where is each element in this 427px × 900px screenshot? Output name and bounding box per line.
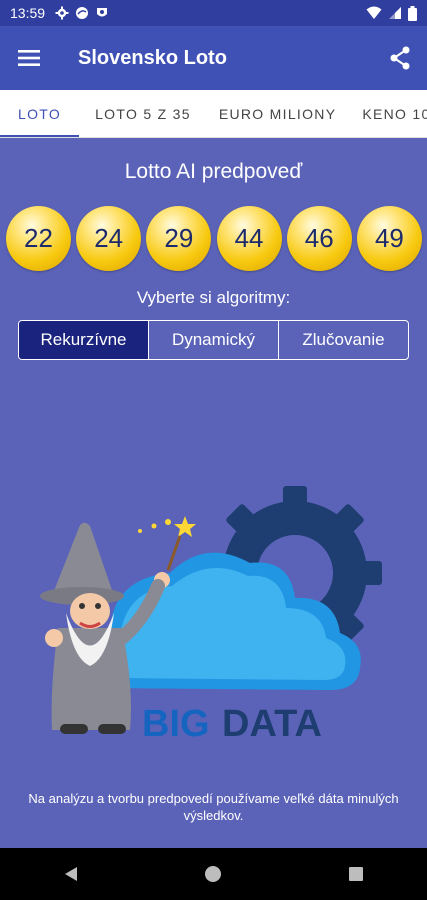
app-bar: Slovensko Loto	[0, 26, 427, 90]
share-icon	[390, 46, 410, 70]
tab-euro-miliony[interactable]: EURO MILIONY	[205, 90, 351, 137]
big-data-wizard-illustration: BIG DATA	[40, 486, 382, 745]
algorithm-option-dynamicky[interactable]: Dynamický	[149, 321, 279, 359]
status-time: 13:59	[10, 5, 46, 21]
page-title: Lotto AI predpoveď	[124, 160, 303, 183]
status-notification-icons	[55, 6, 109, 20]
status-system-icons	[366, 5, 417, 21]
app-title: Slovensko Loto	[78, 46, 227, 69]
number-ball: 24	[76, 206, 142, 271]
share-button[interactable]	[373, 26, 427, 90]
data-label: DATA	[222, 703, 322, 745]
number-ball: 49	[356, 206, 422, 271]
battery-icon	[408, 5, 417, 21]
number-ball: 46	[286, 206, 352, 271]
tab-keno-10[interactable]: KENO 10	[350, 90, 427, 137]
hamburger-menu-icon	[18, 50, 40, 66]
wifi-icon	[366, 6, 382, 19]
tab-loto[interactable]: LOTO	[0, 90, 80, 137]
algorithm-selector: Rekurzívne Dynamický Zlučovanie	[18, 320, 409, 360]
game-tabs: LOTO LOTO 5 Z 35 EURO MILIONY KENO 10	[0, 90, 427, 138]
shield-app-icon	[97, 8, 108, 17]
signal-icon	[389, 7, 401, 19]
algorithm-prompt: Vyberte si algoritmy:	[136, 288, 291, 307]
system-navigation-bar	[0, 848, 427, 900]
tab-loto-5-z-35[interactable]: LOTO 5 Z 35	[79, 90, 205, 137]
algorithm-option-rekurzivne[interactable]: Rekurzívne	[19, 321, 149, 359]
prediction-panel: Lotto AI predpoveď 22 24 29 44 46 49 Vyb…	[0, 138, 427, 848]
number-ball: 22	[6, 206, 71, 271]
number-ball: 29	[146, 206, 212, 271]
recents-icon[interactable]	[347, 865, 365, 883]
settings-gear-icon	[55, 6, 69, 20]
algorithm-option-zlucovanie[interactable]: Zlučovanie	[279, 321, 408, 359]
loto-app-icon	[76, 7, 89, 19]
number-ball: 44	[216, 206, 282, 271]
info-caption: Na analýzu a tvorbu predpovedí používame…	[28, 791, 399, 823]
home-icon[interactable]	[204, 865, 222, 883]
big-label: BIG	[142, 703, 210, 745]
predicted-numbers: 22 24 29 44 46 49	[6, 206, 422, 272]
menu-button[interactable]	[0, 26, 58, 90]
back-icon[interactable]	[62, 865, 80, 883]
status-bar: 13:59	[0, 0, 427, 26]
